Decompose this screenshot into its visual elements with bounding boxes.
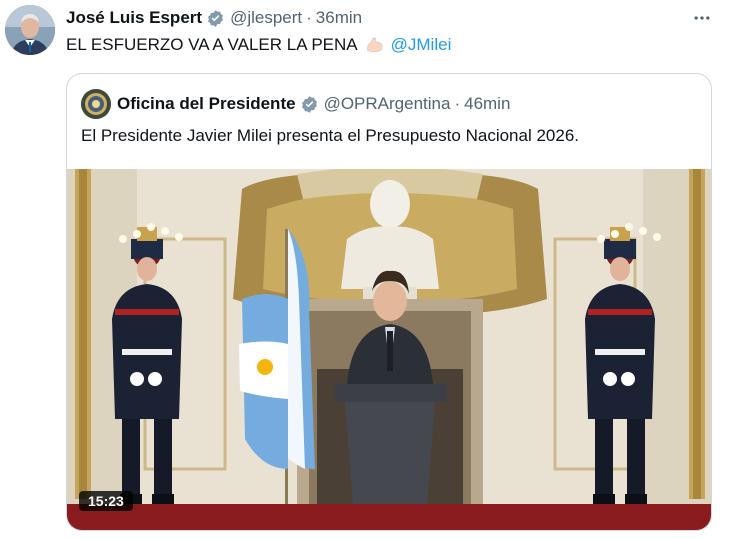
flexed-biceps-icon bbox=[364, 34, 386, 56]
quoted-tweet-timestamp[interactable]: 46min bbox=[464, 94, 510, 114]
quoted-tweet[interactable]: Oficina del Presidente @OPRArgentina · 4… bbox=[66, 73, 712, 531]
verified-badge-icon bbox=[300, 95, 319, 114]
tweet-text: EL ESFUERZO VA A VALER LA PENA @JMilei bbox=[66, 34, 451, 56]
tweet-header: José Luis Espert @jlespert · 36min bbox=[66, 7, 362, 29]
tweet-timestamp[interactable]: 36min bbox=[316, 8, 362, 28]
mention-link[interactable]: @JMilei bbox=[391, 34, 452, 56]
quoted-tweet-text: El Presidente Javier Milei presenta el P… bbox=[81, 126, 579, 145]
quoted-author-handle[interactable]: @OPRArgentina bbox=[324, 94, 451, 114]
tweet-body: EL ESFUERZO VA A VALER LA PENA bbox=[66, 35, 358, 54]
video-player[interactable]: 15:23 bbox=[67, 169, 711, 530]
author-avatar[interactable] bbox=[5, 5, 55, 55]
quoted-author-avatar[interactable] bbox=[81, 89, 111, 119]
quoted-author-name[interactable]: Oficina del Presidente bbox=[117, 94, 296, 114]
video-duration-badge: 15:23 bbox=[79, 491, 133, 511]
verified-badge-icon bbox=[206, 9, 225, 28]
more-options-icon[interactable] bbox=[690, 7, 714, 29]
quoted-tweet-header: Oficina del Presidente @OPRArgentina · 4… bbox=[81, 89, 510, 119]
author-handle[interactable]: @jlespert bbox=[230, 8, 302, 28]
video-thumbnail bbox=[67, 169, 711, 530]
separator-dot: · bbox=[454, 94, 461, 113]
author-name[interactable]: José Luis Espert bbox=[66, 8, 202, 28]
separator-dot: · bbox=[306, 8, 312, 27]
